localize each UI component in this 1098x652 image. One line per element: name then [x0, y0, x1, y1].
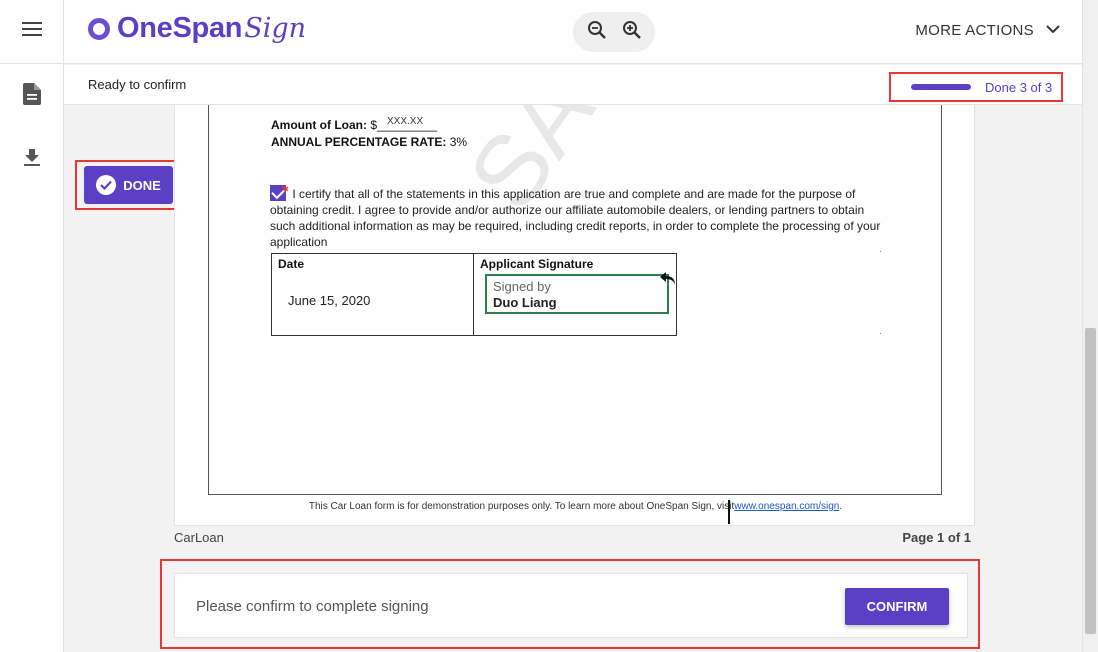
done-button[interactable]: DONE — [84, 166, 173, 204]
download-icon — [24, 148, 40, 172]
undo-arrow-icon[interactable] — [659, 271, 677, 292]
text-cursor — [728, 500, 730, 524]
apr-label: ANNUAL PERCENTAGE RATE: — [271, 135, 447, 149]
zoom-in-icon — [622, 20, 642, 45]
progress-label: Done 3 of 3 — [985, 79, 1053, 95]
confirm-panel: Please confirm to complete signing CONFI… — [174, 573, 968, 638]
signed-by-label: Signed by — [493, 279, 551, 294]
document-name: CarLoan — [174, 530, 224, 545]
signature-column: Applicant Signature Signed by Duo Liang — [474, 254, 676, 335]
confirm-prompt: Please confirm to complete signing — [196, 598, 429, 615]
footnote-text: This Car Loan form is for demonstration … — [308, 501, 735, 512]
page-indicator: Page 1 of 1 — [902, 530, 971, 545]
confirm-highlight: Please confirm to complete signing CONFI… — [160, 559, 980, 649]
progress-fill — [911, 84, 971, 90]
more-actions-label: MORE ACTIONS — [915, 21, 1034, 39]
status-bar: Ready to confirm Done 3 of 3 — [64, 65, 1082, 105]
zoom-out-icon — [587, 20, 607, 45]
scrollbar-thumb[interactable] — [1085, 328, 1096, 634]
onespan-sign-logo: OneSpan Sign — [88, 12, 306, 45]
document-meta: CarLoan Page 1 of 1 — [174, 530, 971, 545]
required-star-icon: ✱ — [281, 184, 289, 194]
onespan-link[interactable]: www.onespan.com/sign — [734, 501, 839, 512]
vertical-scrollbar[interactable] — [1082, 0, 1098, 652]
date-header: Date — [278, 257, 305, 271]
signature-field[interactable]: Signed by Duo Liang — [485, 272, 675, 314]
date-value: June 15, 2020 — [288, 293, 371, 308]
signature-table: Date June 15, 2020 Applicant Signature S… — [271, 253, 677, 336]
document-icon — [23, 82, 41, 110]
date-column: Date June 15, 2020 — [272, 254, 474, 335]
field-marker: . — [879, 326, 882, 337]
footnote-end: . — [839, 501, 843, 512]
certify-paragraph: ✱ I certify that all of the statements i… — [270, 184, 882, 250]
document-viewer: SAI Amount of Loan: $_________ XXX.XX AN… — [174, 105, 975, 526]
menu-button[interactable] — [0, 0, 64, 64]
logo-script-text: Sign — [244, 13, 307, 44]
progress-track — [911, 84, 971, 90]
confirm-button[interactable]: CONFIRM — [845, 588, 949, 625]
document-page: SAI Amount of Loan: $_________ XXX.XX AN… — [208, 105, 942, 495]
signature-header: Applicant Signature — [480, 257, 594, 271]
apr-value: 3% — [449, 135, 468, 149]
top-header: OneSpan Sign MORE ACTIONS — [64, 0, 1082, 64]
zoom-out-button[interactable] — [581, 16, 613, 48]
signer-name: Duo Liang — [493, 295, 557, 310]
done-button-highlight: DONE — [75, 160, 180, 210]
apr-line: ANNUAL PERCENTAGE RATE: 3% — [271, 135, 467, 149]
chevron-down-icon — [1046, 21, 1060, 39]
more-actions-menu[interactable]: MORE ACTIONS — [915, 21, 1060, 39]
progress-indicator: Done 3 of 3 — [889, 72, 1063, 102]
field-marker: . — [879, 244, 882, 255]
logo-ring-icon — [88, 17, 110, 40]
done-label: DONE — [123, 177, 161, 193]
check-circle-icon — [96, 175, 117, 195]
loan-amount-entry: XXX.XX — [387, 116, 424, 127]
status-text: Ready to confirm — [88, 77, 187, 92]
download-button[interactable] — [0, 140, 64, 180]
zoom-controls — [573, 12, 655, 52]
zoom-in-button[interactable] — [616, 16, 648, 48]
document-footnote: This Car Loan form is for demonstration … — [175, 501, 974, 512]
loan-amount-label: Amount of Loan: — [271, 118, 367, 132]
left-rail — [0, 0, 64, 652]
logo-main-text: OneSpan — [117, 12, 243, 44]
hamburger-icon — [22, 21, 42, 42]
certify-checkbox[interactable]: ✱ — [270, 184, 289, 201]
documents-button[interactable] — [0, 76, 64, 116]
certify-text: I certify that all of the statements in … — [270, 187, 881, 249]
